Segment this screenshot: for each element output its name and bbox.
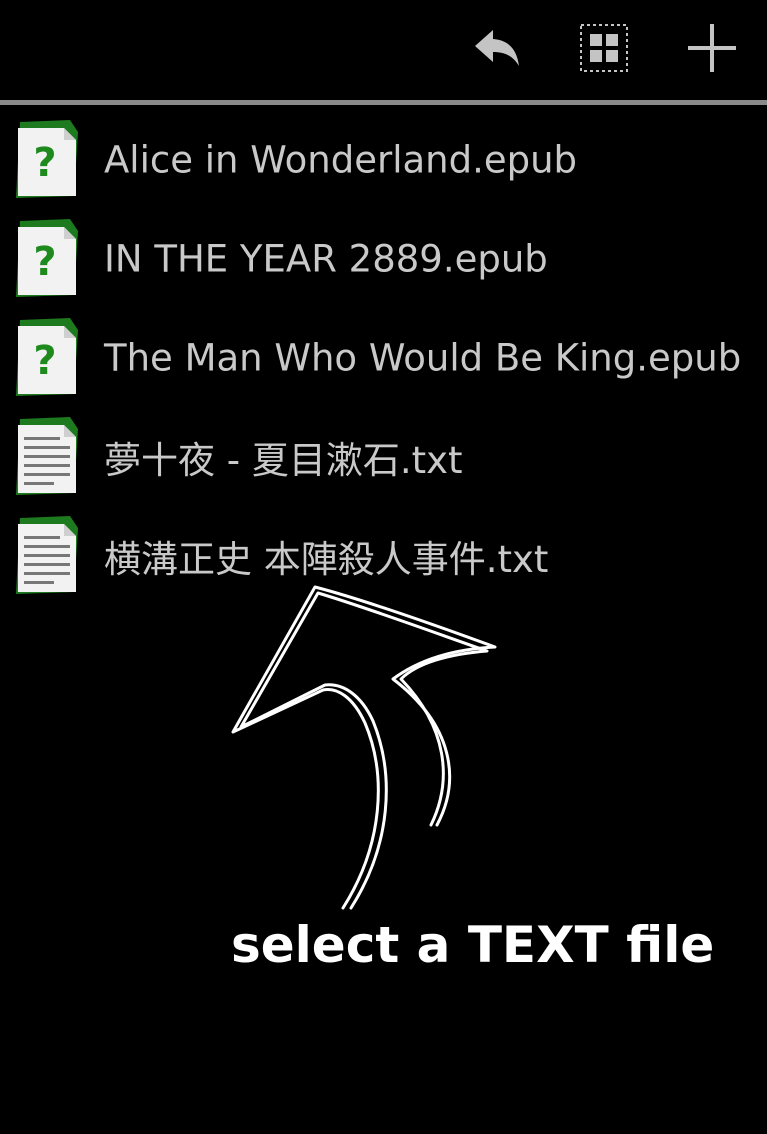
svg-text:?: ? bbox=[33, 140, 56, 186]
file-picker-screen: ? Alice in Wonderland.epub ? IN THE YEAR… bbox=[0, 0, 767, 1134]
file-name: Alice in Wonderland.epub bbox=[104, 138, 578, 182]
back-button[interactable] bbox=[467, 18, 527, 78]
svg-text:?: ? bbox=[33, 338, 56, 384]
text-file-icon bbox=[16, 516, 78, 594]
file-name: 夢十夜 - 夏目漱石.txt bbox=[104, 439, 463, 482]
file-item-yume-juya[interactable]: 夢十夜 - 夏目漱石.txt bbox=[0, 407, 767, 506]
instruction-text: select a TEXT file bbox=[231, 916, 715, 974]
unknown-file-icon: ? bbox=[16, 318, 78, 396]
action-bar-divider bbox=[0, 100, 767, 105]
file-name: IN THE YEAR 2889.epub bbox=[104, 237, 548, 281]
add-button[interactable] bbox=[682, 18, 742, 78]
file-item-man-who-would-be-king[interactable]: ? The Man Who Would Be King.epub bbox=[0, 308, 767, 407]
grid-view-icon bbox=[580, 24, 628, 72]
file-list: ? Alice in Wonderland.epub ? IN THE YEAR… bbox=[0, 110, 767, 605]
curved-arrow-icon bbox=[231, 585, 497, 910]
file-item-year-2889[interactable]: ? IN THE YEAR 2889.epub bbox=[0, 209, 767, 308]
unknown-file-icon: ? bbox=[16, 219, 78, 297]
unknown-file-icon: ? bbox=[16, 120, 78, 198]
file-item-alice[interactable]: ? Alice in Wonderland.epub bbox=[0, 110, 767, 209]
text-file-icon bbox=[16, 417, 78, 495]
action-bar bbox=[0, 0, 767, 100]
back-arrow-icon bbox=[475, 30, 519, 66]
add-icon bbox=[688, 24, 736, 72]
svg-text:?: ? bbox=[33, 239, 56, 285]
grid-view-button[interactable] bbox=[574, 18, 634, 78]
file-name: The Man Who Would Be King.epub bbox=[104, 336, 742, 380]
